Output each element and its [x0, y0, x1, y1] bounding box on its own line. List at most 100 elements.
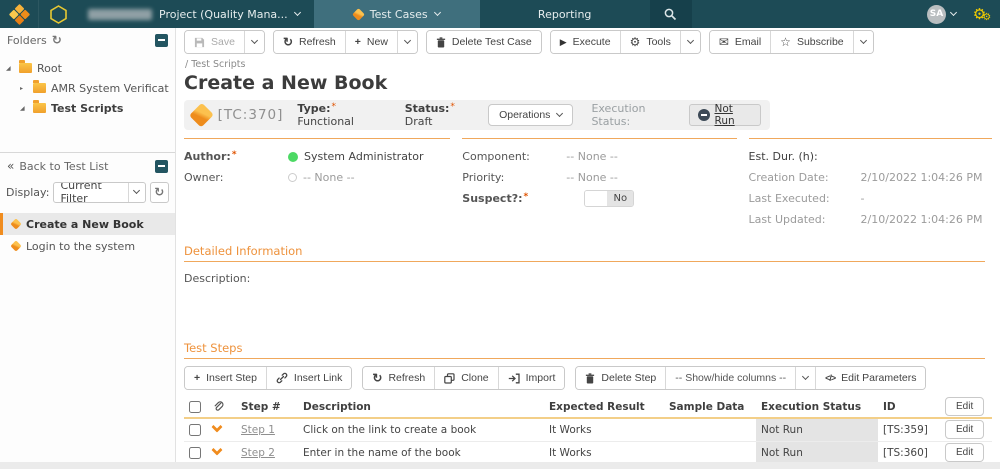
test-step-chevron-icon	[211, 421, 223, 433]
column-header-description[interactable]: Description	[298, 396, 544, 419]
delete-test-case-button[interactable]: Delete Test Case	[426, 31, 541, 53]
description-cell[interactable]: Click on the link to create a book	[298, 418, 544, 442]
owner-label: Owner:	[184, 171, 224, 184]
test-case-diamond-icon	[189, 102, 214, 128]
row-select-cell	[184, 441, 208, 465]
insert-step-button[interactable]: + Insert Step	[185, 367, 266, 389]
select-all-checkbox[interactable]	[189, 400, 201, 413]
id-cell: [TS:360]	[878, 441, 940, 465]
delete-step-button[interactable]: Delete Step	[576, 367, 666, 389]
refresh-icon[interactable]: ↻	[52, 34, 62, 46]
id-cell: [TS:359]	[878, 418, 940, 442]
tree-node-amr[interactable]: ▸ AMR System Verification test p	[6, 80, 169, 96]
refresh-filter-button[interactable]: ↻	[149, 181, 169, 203]
save-dropdown-button[interactable]	[243, 31, 264, 53]
test-case-diamond-icon	[351, 7, 365, 21]
email-button[interactable]: ✉ Email	[709, 31, 771, 53]
refresh-button[interactable]: ↻ Refresh	[273, 31, 345, 53]
chevron-down-icon[interactable]	[127, 182, 145, 202]
edit-button[interactable]: Edit	[945, 397, 985, 416]
minus-icon	[158, 165, 165, 167]
insert-link-button[interactable]: Insert Link	[265, 367, 352, 389]
column-header-sample[interactable]: Sample Data	[664, 396, 756, 419]
show-hide-columns-dropdown-button[interactable]	[795, 367, 816, 389]
new-button[interactable]: + New	[344, 31, 397, 53]
operations-button[interactable]: Operations	[488, 104, 574, 126]
type-value[interactable]: Functional	[297, 115, 354, 128]
tree-open-icon[interactable]: ◢	[20, 105, 28, 112]
chevron-down-icon	[686, 36, 694, 44]
main-content: Save ↻ Refresh + New Delete Test Case ▶ …	[176, 28, 1000, 469]
creation-date-value: 2/10/2022 1:04:26 PM	[860, 171, 983, 184]
subscribe-dropdown-button[interactable]	[852, 31, 873, 53]
tree-open-icon[interactable]: ◢	[6, 65, 14, 72]
hexagon-icon	[50, 4, 67, 24]
suspect-toggle[interactable]: No	[584, 190, 635, 207]
priority-value[interactable]: -- None --	[566, 171, 618, 184]
delete-columns-group: Delete Step -- Show/hide columns -- </> …	[575, 366, 927, 390]
clone-button[interactable]: Clone	[434, 367, 498, 389]
new-dropdown-button[interactable]	[396, 31, 417, 53]
priority-label: Priority:	[462, 171, 505, 184]
search-button[interactable]	[649, 0, 692, 28]
collapse-panel-button[interactable]	[155, 33, 168, 47]
tree-closed-icon[interactable]: ▸	[20, 85, 28, 92]
expected-cell[interactable]: It Works	[544, 441, 664, 465]
component-field: Component: -- None --	[462, 146, 736, 167]
folder-icon	[33, 80, 46, 93]
save-button[interactable]: Save	[185, 31, 244, 53]
list-item-create-a-new-book[interactable]: Create a New Book	[0, 213, 175, 235]
avatar: SA	[927, 4, 946, 24]
row-checkbox[interactable]	[189, 446, 201, 459]
filter-select[interactable]: Current Filter	[53, 181, 146, 203]
column-header-step[interactable]: Step #	[236, 396, 298, 419]
tab-reporting[interactable]: Reporting	[480, 0, 650, 28]
app-logo[interactable]	[0, 0, 38, 28]
tree-node-test-scripts[interactable]: ◢ Test Scripts	[6, 100, 169, 116]
folder-tree: ◢ Root ▸ AMR System Verification test p …	[0, 52, 175, 116]
subscribe-button[interactable]: ☆ Subscribe	[770, 31, 853, 53]
edit-button[interactable]: Edit	[945, 443, 985, 462]
component-value[interactable]: -- None --	[566, 150, 618, 163]
code-icon: </>	[825, 373, 836, 383]
sample-cell[interactable]	[664, 418, 756, 442]
expected-cell[interactable]: It Works	[544, 418, 664, 442]
author-value[interactable]: System Administrator	[288, 150, 424, 163]
workspace-hexagon-icon[interactable]	[38, 0, 78, 28]
breadcrumb[interactable]: / Test Scripts	[185, 59, 991, 70]
tools-button[interactable]: ⚙ Tools	[619, 31, 680, 53]
tab-test-cases[interactable]: Test Cases	[313, 0, 480, 28]
column-header-exec[interactable]: Execution Status	[756, 396, 878, 419]
column-header-expected[interactable]: Expected Result	[544, 396, 664, 419]
folders-panel-header: Folders ↻	[0, 28, 175, 52]
list-item-login-to-the-system[interactable]: Login to the system	[0, 235, 175, 257]
tools-dropdown-button[interactable]	[679, 31, 700, 53]
description-cell[interactable]: Enter in the name of the book	[298, 441, 544, 465]
step-link[interactable]: Step 2	[241, 447, 275, 459]
filter-select-value: Current Filter	[60, 181, 102, 203]
user-menu[interactable]: SA	[927, 0, 964, 28]
project-selector[interactable]: Project (Quality Mana...	[78, 0, 314, 28]
row-checkbox[interactable]	[189, 423, 201, 436]
edit-parameters-button[interactable]: </> Edit Parameters	[815, 367, 926, 389]
display-label: Display:	[6, 185, 50, 199]
edit-button[interactable]: Edit	[945, 420, 985, 440]
owner-value[interactable]: -- None --	[288, 171, 355, 184]
import-button[interactable]: Import	[497, 367, 565, 389]
back-to-test-list[interactable]: « Back to Test List	[0, 153, 175, 179]
collapse-panel-button[interactable]	[155, 159, 168, 173]
admin-settings-button[interactable]: ⚙ ⚙	[964, 0, 1000, 28]
show-hide-columns-select[interactable]: -- Show/hide columns --	[665, 367, 796, 389]
step-link[interactable]: Step 1	[241, 424, 275, 436]
execute-button[interactable]: ▶ Execute	[550, 31, 620, 53]
column-header-id[interactable]: ID	[878, 396, 940, 419]
tree-node-root[interactable]: ◢ Root	[6, 60, 169, 76]
steps-refresh-button[interactable]: ↻ Refresh	[363, 367, 435, 389]
select-all-header	[184, 396, 208, 419]
status-label: Status:	[404, 102, 450, 115]
sample-cell[interactable]	[664, 441, 756, 465]
last-updated-value: 2/10/2022 1:04:26 PM	[860, 213, 983, 226]
test-case-diamond-icon	[10, 218, 22, 230]
description-empty-area[interactable]	[176, 285, 1000, 327]
execution-status-chip[interactable]: Not Run	[688, 103, 761, 127]
